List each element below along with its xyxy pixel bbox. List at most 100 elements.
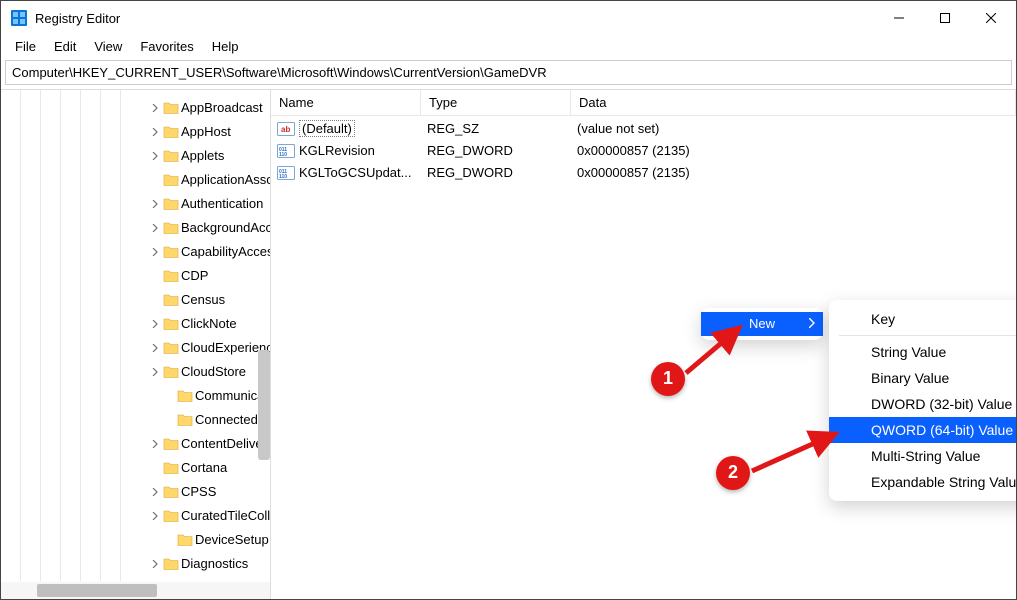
chevron-right-icon[interactable]: [149, 318, 161, 330]
folder-icon: [163, 268, 179, 284]
registry-value-row[interactable]: 011110KGLRevisionREG_DWORD0x00000857 (21…: [271, 140, 1016, 162]
context-menu-item[interactable]: Binary Value: [829, 365, 1016, 391]
tree-item[interactable]: Diagnostics: [149, 552, 271, 576]
context-menu-item[interactable]: QWORD (64-bit) Value: [829, 417, 1016, 443]
folder-icon: [163, 484, 179, 500]
tree-item[interactable]: ApplicationAssociationToasts: [149, 168, 271, 192]
chevron-right-icon[interactable]: [149, 486, 161, 498]
folder-icon: [163, 556, 179, 572]
tree-item[interactable]: AppBroadcast: [149, 96, 271, 120]
list-header: Name Type Data: [271, 90, 1016, 116]
tree-item[interactable]: BackgroundAccessApplications: [149, 216, 271, 240]
tree-item-label: CDP: [181, 268, 208, 283]
tree-item-label: DeviceSetup: [195, 532, 269, 547]
tree-item[interactable]: Authentication: [149, 192, 271, 216]
tree-item[interactable]: Census: [149, 288, 271, 312]
maximize-button[interactable]: [922, 2, 968, 34]
chevron-right-icon[interactable]: [149, 558, 161, 570]
tree-item-label: CloudStore: [181, 364, 246, 379]
tree-scroll-thumb[interactable]: [37, 584, 157, 597]
registry-value-row[interactable]: 011110KGLToGCSUpdat...REG_DWORD0x0000085…: [271, 162, 1016, 184]
tree-item-label: Diagnostics: [181, 556, 248, 571]
tree-item[interactable]: AppHost: [149, 120, 271, 144]
close-button[interactable]: [968, 2, 1014, 34]
column-type[interactable]: Type: [421, 90, 571, 115]
chevron-right-icon[interactable]: [149, 222, 161, 234]
tree-item-label: Census: [181, 292, 225, 307]
folder-icon: [163, 244, 179, 260]
window-controls: [876, 2, 1014, 34]
tree-item[interactable]: ClickNote: [149, 312, 271, 336]
chevron-right-icon[interactable]: [149, 342, 161, 354]
tree-item-label: Applets: [181, 148, 224, 163]
folder-icon: [163, 148, 179, 164]
menu-help[interactable]: Help: [204, 37, 247, 56]
folder-icon: [163, 364, 179, 380]
context-menu: New: [701, 308, 823, 340]
menu-separator: [839, 335, 1016, 336]
submenu-arrow-icon: [809, 316, 815, 331]
chevron-right-icon[interactable]: [149, 438, 161, 450]
value-type: REG_SZ: [421, 121, 571, 136]
menu-file[interactable]: File: [7, 37, 44, 56]
chevron-right-icon[interactable]: [149, 126, 161, 138]
folder-icon: [163, 100, 179, 116]
tree-item[interactable]: ConnectedSearch: [149, 408, 271, 432]
chevron-right-icon[interactable]: [149, 246, 161, 258]
list-pane[interactable]: Name Type Data ab(Default)REG_SZ(value n…: [271, 90, 1016, 599]
context-menu-item[interactable]: Key: [829, 306, 1016, 332]
column-data[interactable]: Data: [571, 90, 1016, 115]
tree-item[interactable]: CapabilityAccessManager: [149, 240, 271, 264]
tree-item-label: CPSS: [181, 484, 216, 499]
column-name[interactable]: Name: [271, 90, 421, 115]
minimize-button[interactable]: [876, 2, 922, 34]
folder-icon: [163, 340, 179, 356]
registry-value-row[interactable]: ab(Default)REG_SZ(value not set): [271, 118, 1016, 140]
tree-horizontal-scrollbar[interactable]: [1, 582, 270, 599]
tree-item-label: AppBroadcast: [181, 100, 263, 115]
chevron-right-icon[interactable]: [149, 366, 161, 378]
tree-item-label: CapabilityAccessManager: [181, 244, 271, 259]
context-menu-item[interactable]: DWORD (32-bit) Value: [829, 391, 1016, 417]
value-name: KGLToGCSUpdat...: [299, 165, 411, 180]
tree-item[interactable]: Cortana: [149, 456, 271, 480]
tree-item-label: Authentication: [181, 196, 263, 211]
tree-item-label: Cortana: [181, 460, 227, 475]
tree-item[interactable]: CPSS: [149, 480, 271, 504]
address-bar[interactable]: Computer\HKEY_CURRENT_USER\Software\Micr…: [5, 60, 1012, 84]
context-menu-new[interactable]: New: [701, 312, 823, 336]
tree-item[interactable]: CloudExperienceHost: [149, 336, 271, 360]
context-menu-new-label: New: [749, 316, 775, 331]
tree-item[interactable]: CloudStore: [149, 360, 271, 384]
tree-item[interactable]: CDP: [149, 264, 271, 288]
tree-item[interactable]: CuratedTileCollections: [149, 504, 271, 528]
menu-edit[interactable]: Edit: [46, 37, 84, 56]
tree-vertical-scrollbar-thumb[interactable]: [258, 350, 270, 460]
chevron-right-icon[interactable]: [149, 510, 161, 522]
tree-item-label: ClickNote: [181, 316, 237, 331]
folder-icon: [163, 124, 179, 140]
binary-value-icon: 011110: [277, 166, 295, 180]
chevron-right-icon[interactable]: [149, 150, 161, 162]
value-name: KGLRevision: [299, 143, 375, 158]
menu-favorites[interactable]: Favorites: [132, 37, 201, 56]
folder-icon: [163, 436, 179, 452]
tree-pane[interactable]: AppBroadcast AppHost Applets ApplicationAss…: [1, 90, 271, 599]
regedit-icon: [11, 10, 27, 26]
context-menu-item[interactable]: Expandable String Value: [829, 469, 1016, 495]
annotation-badge-2: 2: [716, 456, 750, 490]
context-menu-item[interactable]: String Value: [829, 339, 1016, 365]
registry-editor-window: Registry Editor FileEditViewFavoritesHel…: [0, 0, 1017, 600]
tree-item[interactable]: DeviceSetup: [149, 528, 271, 552]
tree-item-label: BackgroundAccessApplications: [181, 220, 271, 235]
context-menu-item[interactable]: Multi-String Value: [829, 443, 1016, 469]
tree-item[interactable]: Communications: [149, 384, 271, 408]
tree-item[interactable]: Applets: [149, 144, 271, 168]
chevron-right-icon[interactable]: [149, 198, 161, 210]
tree-item[interactable]: ContentDeliveryManager: [149, 432, 271, 456]
menu-view[interactable]: View: [86, 37, 130, 56]
svg-text:110: 110: [279, 174, 287, 180]
chevron-right-icon[interactable]: [149, 102, 161, 114]
annotation-badge-1: 1: [651, 362, 685, 396]
folder-icon: [163, 460, 179, 476]
